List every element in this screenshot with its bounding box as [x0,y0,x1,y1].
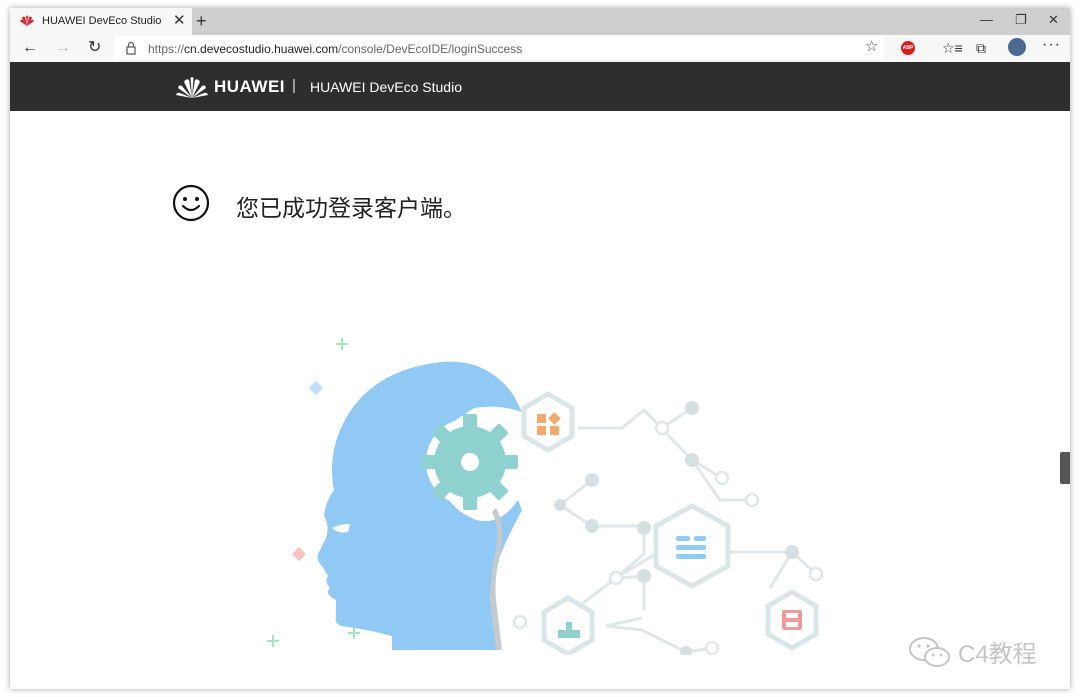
address-bar[interactable]: https://cn.devecostudio.huawei.com/conso… [114,36,884,60]
adblock-plus-icon[interactable]: ABP [901,41,915,55]
gear-icon [422,414,518,510]
hexagon-widgets [521,391,819,655]
collections-icon[interactable]: ⧉ [976,39,986,57]
browser-window: HUAWEI DevEco Studio ✕ + — ❐ ✕ ← → ↻ htt… [10,8,1070,689]
tab-huawei-deveco[interactable]: HUAWEI DevEco Studio ✕ [10,8,192,35]
login-success-message: 您已成功登录客户端。 [236,196,466,222]
forward-button[interactable]: → [55,38,71,58]
close-window-button[interactable]: ✕ [1048,11,1059,29]
brand-separator: | [292,77,296,94]
watermark: C4教程 [908,634,1037,669]
profile-avatar[interactable] [1008,38,1026,56]
new-tab-button[interactable]: + [196,10,207,32]
minimize-button[interactable]: — [980,11,993,29]
favorite-star-icon[interactable]: ☆ [865,38,878,56]
huawei-favicon-icon [20,15,34,26]
back-button[interactable]: ← [22,38,38,58]
refresh-button[interactable]: ↻ [88,38,101,58]
favorites-list-icon[interactable]: ☆≡ [942,39,963,57]
wechat-icon [909,636,950,667]
page-content: HUAWEI | HUAWEI DevEco Studio 您已成功登录客户端。 [10,62,1070,689]
tab-close-icon[interactable]: ✕ [173,12,186,30]
url-text[interactable]: https://cn.devecostudio.huawei.com/conso… [148,42,522,56]
restore-button[interactable]: ❐ [1015,11,1027,29]
brand-name: HUAWEI [214,77,285,96]
side-panel-handle[interactable] [1060,452,1070,484]
tab-title: HUAWEI DevEco Studio [42,15,162,27]
more-menu-icon[interactable]: ··· [1042,36,1061,54]
watermark-text: C4教程 [958,641,1037,668]
site-header: HUAWEI | HUAWEI DevEco Studio [10,62,1070,111]
smiley-icon [172,184,210,222]
ai-head-illustration [267,338,824,655]
lock-icon [126,41,136,55]
navigation-bar: ← → ↻ https://cn.devecostudio.huawei.com… [10,35,1070,63]
product-name: HUAWEI DevEco Studio [310,79,462,95]
tab-strip: HUAWEI DevEco Studio ✕ + — ❐ ✕ [10,8,1070,35]
huawei-logo-icon [176,77,208,98]
